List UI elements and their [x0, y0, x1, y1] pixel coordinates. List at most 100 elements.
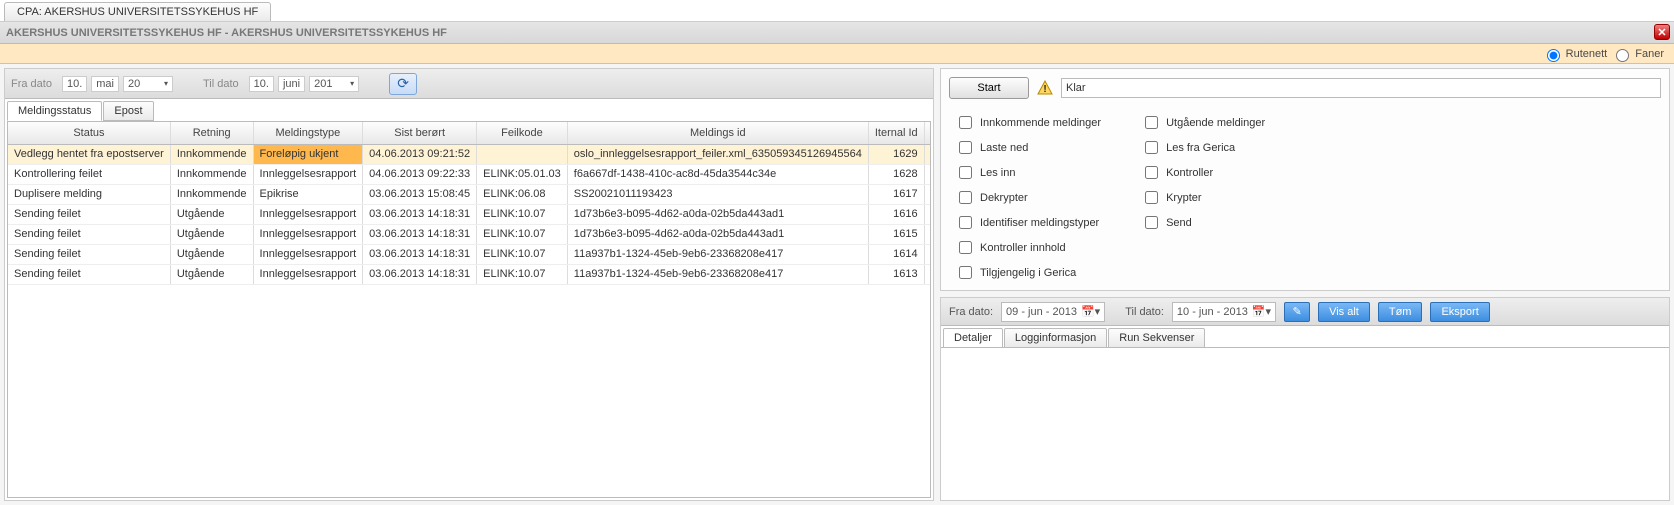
cell: -1 — [924, 244, 931, 264]
column-header[interactable]: Iternal Id — [868, 122, 924, 144]
table-row[interactable]: Sending feiletUtgåendeInnleggelsesrappor… — [8, 204, 931, 224]
close-button[interactable]: ✕ — [1654, 24, 1670, 40]
cell: Sending feilet — [8, 244, 170, 264]
radio-rutenett-input[interactable] — [1547, 49, 1560, 62]
cell: -1 — [924, 264, 931, 284]
radio-rutenett[interactable]: Rutenett — [1542, 46, 1608, 62]
checkbox-item[interactable]: Kontroller innhold — [955, 238, 1101, 257]
start-button[interactable]: Start — [949, 77, 1029, 99]
checkbox-item[interactable]: Les fra Gerica — [1141, 138, 1265, 157]
edit-button[interactable]: ✎ — [1284, 302, 1310, 322]
table-row[interactable]: Duplisere meldingInnkommendeEpikrise03.0… — [8, 184, 931, 204]
eksport-button[interactable]: Eksport — [1430, 302, 1489, 322]
checkbox-input[interactable] — [959, 191, 972, 204]
radio-faner[interactable]: Faner — [1611, 46, 1664, 62]
checkbox-input[interactable] — [1145, 216, 1158, 229]
cell: Utgående — [170, 224, 253, 244]
rb-fra-date[interactable]: 09 - jun - 2013 📅▾ — [1001, 302, 1105, 322]
checkbox-input[interactable] — [959, 241, 972, 254]
til-year[interactable]: 201 ▾ — [309, 76, 359, 92]
tab-meldingsstatus[interactable]: Meldingsstatus — [7, 101, 102, 121]
checkbox-input[interactable] — [1145, 166, 1158, 179]
column-header[interactable]: Retning — [170, 122, 253, 144]
fra-month[interactable]: mai — [91, 76, 119, 92]
right-pane: Start ! Klar Innkommende meldingerLaste … — [940, 68, 1670, 501]
checkbox-label: Utgående meldinger — [1166, 117, 1265, 129]
title-bar: AKERSHUS UNIVERSITETSSYKEHUS HF - AKERSH… — [0, 22, 1674, 44]
checkbox-input[interactable] — [1145, 116, 1158, 129]
rb-fra-label: Fra dato: — [949, 306, 993, 318]
column-header[interactable]: Sist berørt — [363, 122, 477, 144]
status-field: Klar — [1061, 78, 1661, 98]
tab-logginformasjon[interactable]: Logginformasjon — [1004, 328, 1107, 348]
checkbox-item[interactable]: Innkommende meldinger — [955, 113, 1101, 132]
checkbox-item[interactable]: Send — [1141, 213, 1265, 232]
checkbox-item[interactable]: Les inn — [955, 163, 1101, 182]
page-title: AKERSHUS UNIVERSITETSSYKEHUS HF - AKERSH… — [6, 27, 447, 39]
calendar-icon: 📅▾ — [1252, 305, 1271, 318]
checkbox-label: Krypter — [1166, 192, 1201, 204]
checkbox-input[interactable] — [1145, 141, 1158, 154]
table-row[interactable]: Sending feiletUtgåendeInnleggelsesrappor… — [8, 244, 931, 264]
tab-run-sekvenser[interactable]: Run Sekvenser — [1108, 328, 1205, 348]
cell: 1613 — [868, 264, 924, 284]
checkbox-label: Tilgjengelig i Gerica — [980, 267, 1076, 279]
cell: Sending feilet — [8, 224, 170, 244]
checkbox-input[interactable] — [959, 116, 972, 129]
cell: 04.06.2013 09:21:52 — [363, 144, 477, 164]
table-row[interactable]: Kontrollering feiletInnkommendeInnleggel… — [8, 164, 931, 184]
checkbox-item[interactable]: Dekrypter — [955, 188, 1101, 207]
cell: 1615 — [868, 224, 924, 244]
cell: ELINK:10.07 — [477, 224, 568, 244]
cell: Foreløpig ukjent — [253, 144, 363, 164]
column-header[interactable]: Epost internid — [924, 122, 931, 144]
til-month[interactable]: juni — [278, 76, 305, 92]
tab-detaljer[interactable]: Detaljer — [943, 328, 1003, 348]
til-day[interactable]: 10. — [249, 76, 274, 92]
tab-epost[interactable]: Epost — [103, 101, 153, 121]
cell: 1614 — [868, 244, 924, 264]
cell: ELINK:05.01.03 — [477, 164, 568, 184]
grid-container[interactable]: StatusRetningMeldingstypeSist berørtFeil… — [7, 121, 931, 498]
checkbox-item[interactable]: Utgående meldinger — [1141, 113, 1265, 132]
checkbox-label: Les inn — [980, 167, 1015, 179]
fra-day[interactable]: 10. — [62, 76, 87, 92]
checkbox-item[interactable]: Tilgjengelig i Gerica — [955, 263, 1101, 282]
cell: 1d73b6e3-b095-4d62-a0da-02b5da443ad1 — [567, 204, 868, 224]
radio-faner-input[interactable] — [1616, 49, 1629, 62]
column-header[interactable]: Feilkode — [477, 122, 568, 144]
table-row[interactable]: Vedlegg hentet fra epostserverInnkommend… — [8, 144, 931, 164]
column-header[interactable]: Meldings id — [567, 122, 868, 144]
checkbox-item[interactable]: Identifiser meldingstyper — [955, 213, 1101, 232]
cell: ELINK:06.08 — [477, 184, 568, 204]
log-panel: Fra dato: 09 - jun - 2013 📅▾ Til dato: 1… — [940, 297, 1670, 501]
fra-year[interactable]: 20 ▾ — [123, 76, 173, 92]
tom-button[interactable]: Tøm — [1378, 302, 1423, 322]
cell: 04.06.2013 09:22:33 — [363, 164, 477, 184]
column-header[interactable]: Meldingstype — [253, 122, 363, 144]
rb-til-date[interactable]: 10 - jun - 2013 📅▾ — [1172, 302, 1276, 322]
window-tab[interactable]: CPA: AKERSHUS UNIVERSITETSSYKEHUS HF — [4, 2, 271, 21]
cell: Innleggelsesrapport — [253, 224, 363, 244]
cell: Utgående — [170, 204, 253, 224]
checkbox-input[interactable] — [959, 266, 972, 279]
cell: 1628 — [868, 164, 924, 184]
edit-icon: ✎ — [1292, 305, 1301, 318]
table-row[interactable]: Sending feiletUtgåendeInnleggelsesrappor… — [8, 264, 931, 284]
checkbox-label: Dekrypter — [980, 192, 1028, 204]
refresh-button[interactable]: ⟳ — [389, 73, 417, 95]
table-row[interactable]: Sending feiletUtgåendeInnleggelsesrappor… — [8, 224, 931, 244]
column-header[interactable]: Status — [8, 122, 170, 144]
vis-alt-button[interactable]: Vis alt — [1318, 302, 1370, 322]
checkbox-input[interactable] — [959, 166, 972, 179]
cell: Innkommende — [170, 144, 253, 164]
checkbox-input[interactable] — [959, 216, 972, 229]
checkbox-item[interactable]: Kontroller — [1141, 163, 1265, 182]
date-toolbar: Fra dato 10. mai 20 ▾ Til dato 10. juni … — [5, 69, 933, 99]
checkbox-input[interactable] — [1145, 191, 1158, 204]
rb-til-label: Til dato: — [1125, 306, 1164, 318]
checkbox-input[interactable] — [959, 141, 972, 154]
checkbox-label: Laste ned — [980, 142, 1028, 154]
checkbox-item[interactable]: Krypter — [1141, 188, 1265, 207]
checkbox-item[interactable]: Laste ned — [955, 138, 1101, 157]
